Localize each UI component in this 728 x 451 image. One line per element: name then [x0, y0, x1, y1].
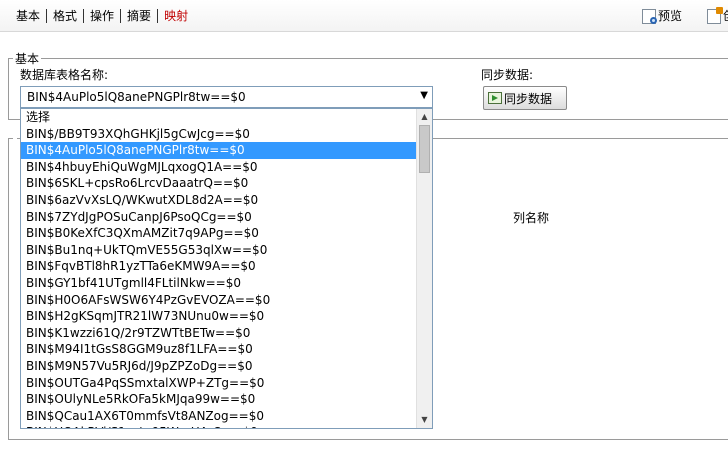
basic-group-legend: 基本 — [15, 52, 40, 66]
table-name-label: 数据库表格名称: — [20, 68, 109, 82]
dropdown-option[interactable]: BIN$M9N57Vu5RJ6d/J9pZPZoDg==$0 — [21, 358, 417, 375]
scrollbar-thumb[interactable] — [419, 125, 430, 173]
dropdown-option[interactable]: BIN$OUlyNLe5RkOFa5kMJqa99w==$0 — [21, 391, 417, 408]
tab-summary[interactable]: 摘要 — [121, 8, 157, 24]
dropdown-option-list: 选择 BIN$/BB9T93XQhGHKjl5gCwJcg==$0 BIN$4AuP… — [21, 109, 417, 428]
preview-icon — [642, 8, 657, 24]
sync-icon — [488, 92, 502, 104]
sync-data-button[interactable]: 同步数据 — [483, 86, 567, 110]
table-name-dropdown[interactable]: 选择 BIN$/BB9T93XQhGHKjl5gCwJcg==$0 BIN$4AuP… — [20, 108, 433, 429]
create-icon — [707, 6, 723, 24]
preview-label: 预览 — [658, 9, 683, 23]
tab-operation[interactable]: 操作 — [84, 8, 120, 24]
dropdown-scrollbar[interactable]: ▲ ▼ — [416, 109, 432, 428]
selected-table-value: BIN$4AuPlo5lQ8anePNGPlr8tw==$0 — [27, 90, 246, 104]
dropdown-option[interactable]: BIN$M94I1tGsS8GGM9uz8f1LFA==$0 — [21, 341, 417, 358]
preview-button[interactable]: 预览 — [642, 7, 682, 25]
tab-strip: 基本 格式 操作 摘要 映射 — [10, 8, 194, 24]
dropdown-option[interactable]: BIN$OUTGa4PqSSmxtalXWP+ZTg==$0 — [21, 375, 417, 392]
create-button[interactable]: 创 — [707, 6, 728, 25]
dropdown-option[interactable]: BIN$6azVvXsLQ/WKwutXDL8d2A==$0 — [21, 192, 417, 209]
toolbar: 基本 格式 操作 摘要 映射 预览 创 — [0, 0, 728, 32]
sync-data-label: 同步数据: — [481, 68, 534, 82]
table-name-select[interactable]: BIN$4AuPlo5lQ8anePNGPlr8tw==$0 ▼ — [20, 86, 433, 108]
scroll-up-icon[interactable]: ▲ — [417, 109, 432, 125]
dropdown-option[interactable]: 选择 — [21, 109, 417, 126]
dropdown-option[interactable]: BIN$H2gKSqmJTR21lW73NUnu0w==$0 — [21, 308, 417, 325]
dropdown-option[interactable]: BIN$4AuPlo5lQ8anePNGPlr8tw==$0 — [21, 142, 417, 159]
dropdown-option[interactable]: BIN$6SKL+cpsRo6LrcvDaaatrQ==$0 — [21, 175, 417, 192]
scroll-down-icon[interactable]: ▼ — [417, 412, 432, 428]
dropdown-option[interactable]: BIN$4hbuyEhiQuWgMJLqxogQ1A==$0 — [21, 159, 417, 176]
sync-button-label: 同步数据 — [504, 91, 553, 106]
dropdown-option[interactable]: BIN$/BB9T93XQhGHKjl5gCwJcg==$0 — [21, 126, 417, 143]
dropdown-option[interactable]: BIN$Bu1nq+UkTQmVE55G53qlXw==$0 — [21, 242, 417, 259]
chevron-down-icon[interactable]: ▼ — [420, 90, 428, 101]
tab-basic[interactable]: 基本 — [10, 8, 46, 24]
column-name-header: 列名称 — [513, 211, 550, 225]
dropdown-option[interactable]: BIN$QCau1AX6T0mmfsVt8ANZog==$0 — [21, 408, 417, 425]
dropdown-option[interactable]: BIN$B0KeXfC3QXmAMZit7q9APg==$0 — [21, 225, 417, 242]
create-label: 创 — [723, 7, 728, 25]
dropdown-option[interactable]: BIN$UOAkRVi/S1m/+95WruHArQ==$0 — [21, 424, 417, 428]
dropdown-option[interactable]: BIN$FqvBTl8hR1yzTTa6eKMW9A==$0 — [21, 258, 417, 275]
tab-mapping[interactable]: 映射 — [158, 8, 194, 24]
dropdown-option[interactable]: BIN$K1wzzi61Q/2r9TZWTtBETw==$0 — [21, 325, 417, 342]
dropdown-option[interactable]: BIN$H0O6AFsWSW6Y4PzGvEVOZA==$0 — [21, 292, 417, 309]
tab-format[interactable]: 格式 — [47, 8, 83, 24]
dropdown-option[interactable]: BIN$7ZYdJgPOSuCanpJ6PsoQCg==$0 — [21, 209, 417, 226]
dropdown-option[interactable]: BIN$GY1bf41UTgmll4FLtilNkw==$0 — [21, 275, 417, 292]
